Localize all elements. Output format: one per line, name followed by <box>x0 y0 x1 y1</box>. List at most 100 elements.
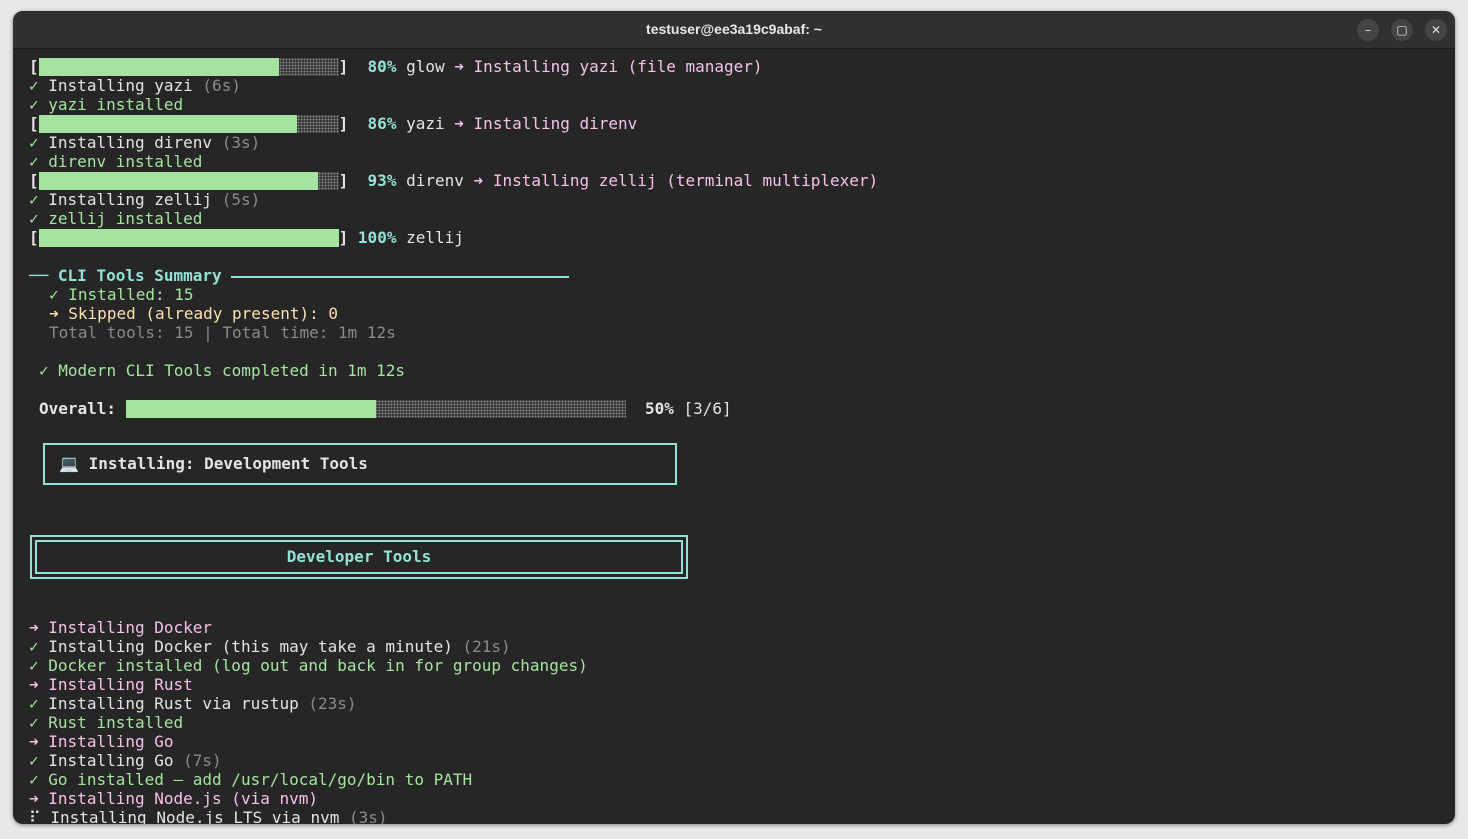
check-icon: ✓ <box>29 694 39 713</box>
summary-skipped-text: Skipped (already present): 0 <box>68 304 338 323</box>
dev-line-text: Installing Rust <box>48 675 193 694</box>
check-icon: ✓ <box>29 751 39 770</box>
dev-line: ✓ Rust installed <box>29 713 183 732</box>
progress-message: Installing direnv <box>473 114 638 133</box>
progress-percent: 100% <box>357 228 397 247</box>
bar-open-bracket: [ <box>29 171 39 190</box>
step-line: ✓ direnv installed <box>29 152 202 171</box>
completed-text: Modern CLI Tools completed in 1m 12s <box>58 361 406 380</box>
summary-totals-text: Total tools: 15 | Total time: 1m 12s <box>49 323 396 342</box>
arrow-icon: ➜ <box>29 789 39 808</box>
progress-bar <box>38 57 339 76</box>
summary-header: ── CLI Tools Summary <box>29 266 570 285</box>
step-duration: (5s) <box>221 190 261 209</box>
step-text: zellij installed <box>48 209 203 228</box>
minimize-icon[interactable]: – <box>1357 19 1379 41</box>
summary-header-prefix: ── <box>29 266 49 285</box>
dev-line-text: Installing Docker <box>48 618 213 637</box>
arrow-icon: ➜ <box>29 618 39 637</box>
dev-line-text: Rust installed <box>48 713 184 732</box>
summary-skipped: ➜ Skipped (already present): 0 <box>49 304 338 323</box>
completed-line: ✓ Modern CLI Tools completed in 1m 12s <box>39 361 405 380</box>
progress-fill <box>38 57 279 76</box>
bar-close-bracket: ] <box>338 57 349 76</box>
overall-progress-bar <box>125 399 626 418</box>
progress-prev-tool: direnv <box>406 171 464 190</box>
installing-box-label: Installing: Development Tools <box>88 454 368 473</box>
overall-percent: 50% <box>644 399 674 418</box>
step-line: ✓ Installing yazi (6s) <box>29 76 241 95</box>
installing-box-text: 💻 Installing: Development Tools <box>59 445 368 483</box>
arrow-icon: ➜ <box>454 57 464 76</box>
dev-line-duration: (7s) <box>183 751 222 770</box>
progress-message: Installing yazi (file manager) <box>473 57 763 76</box>
progress-line: [] 80% glow ➜ Installing yazi (file mana… <box>29 57 763 76</box>
overall-progress-fill <box>125 399 376 418</box>
arrow-icon: ➜ <box>49 304 59 323</box>
dev-line: ✓ Installing Go (7s) <box>29 751 222 770</box>
progress-bar <box>38 171 339 190</box>
dev-line-text: Installing Go <box>48 751 174 770</box>
check-icon: ✓ <box>39 361 49 380</box>
dev-line: ✓ Docker installed (log out and back in … <box>29 656 588 675</box>
step-text: direnv installed <box>48 152 203 171</box>
dev-line: ✓ Go installed — add /usr/local/go/bin t… <box>29 770 472 789</box>
step-line: ✓ Installing zellij (5s) <box>29 190 260 209</box>
check-icon: ✓ <box>29 656 39 675</box>
overall-progress: Overall: 50% [3/6] <box>39 399 732 418</box>
progress-percent: 93% <box>367 171 397 190</box>
dev-line-text: Installing Node.js LTS via nvm <box>50 808 340 824</box>
dev-line: ✓ Installing Rust via rustup (23s) <box>29 694 357 713</box>
dev-line: ➜ Installing Node.js (via nvm) <box>29 789 318 808</box>
dev-line: ✓ Installing Docker (this may take a min… <box>29 637 511 656</box>
summary-divider <box>231 275 570 278</box>
progress-bar <box>38 114 339 133</box>
dev-line: ➜ Installing Rust <box>29 675 193 694</box>
progress-prev-tool: zellij <box>406 228 464 247</box>
bar-close-bracket: ] <box>338 171 349 190</box>
progress-percent: 86% <box>367 114 397 133</box>
progress-fill <box>38 171 318 190</box>
bar-close-bracket: ] <box>338 114 349 133</box>
summary-installed: ✓ Installed: 15 <box>49 285 194 304</box>
dev-line-duration: (3s) <box>348 808 388 824</box>
summary-totals: Total tools: 15 | Total time: 1m 12s <box>49 323 396 342</box>
title-bar: testuser@ee3a19c9abaf: ~ – ▢ ✕ <box>13 11 1455 49</box>
summary-title: CLI Tools Summary <box>57 266 222 285</box>
dev-line-text: Installing Node.js (via nvm) <box>48 789 318 808</box>
arrow-icon: ➜ <box>454 114 464 133</box>
window-title: testuser@ee3a19c9abaf: ~ <box>646 21 822 37</box>
bar-open-bracket: [ <box>29 228 39 247</box>
progress-message: Installing zellij (terminal multiplexer) <box>492 171 879 190</box>
close-icon[interactable]: ✕ <box>1425 19 1447 41</box>
step-text: Installing yazi <box>48 76 193 95</box>
dev-line: ➜ Installing Docker <box>29 618 212 637</box>
bar-open-bracket: [ <box>29 57 39 76</box>
arrow-icon: ➜ <box>29 675 39 694</box>
dev-line-text: Installing Docker (this may take a minut… <box>48 637 453 656</box>
check-icon: ✓ <box>29 152 39 171</box>
dev-line-text: Installing Rust via rustup <box>48 694 299 713</box>
maximize-icon[interactable]: ▢ <box>1391 19 1413 41</box>
progress-line: [] 100% zellij <box>29 228 464 247</box>
progress-fill <box>38 114 297 133</box>
overall-label: Overall: <box>39 399 117 418</box>
spinner-icon: ⠏ <box>29 808 41 824</box>
dev-line: ⠏ Installing Node.js LTS via nvm (3s) <box>29 808 388 824</box>
progress-bar <box>38 228 339 247</box>
summary-installed-text: Installed: 15 <box>68 285 194 304</box>
progress-prev-tool: yazi <box>406 114 445 133</box>
check-icon: ✓ <box>29 95 39 114</box>
progress-prev-tool: glow <box>406 57 445 76</box>
laptop-icon: 💻 <box>59 454 79 473</box>
terminal-output[interactable]: [] 80% glow ➜ Installing yazi (file mana… <box>13 49 1455 824</box>
step-text: yazi installed <box>48 95 184 114</box>
step-duration: (6s) <box>202 76 241 95</box>
check-icon: ✓ <box>29 770 39 789</box>
progress-fill <box>38 228 339 247</box>
step-line: ✓ Installing direnv (3s) <box>29 133 260 152</box>
check-icon: ✓ <box>29 209 39 228</box>
terminal-window: testuser@ee3a19c9abaf: ~ – ▢ ✕ [] 80% gl… <box>13 11 1455 824</box>
dev-line-duration: (21s) <box>462 637 511 656</box>
step-duration: (3s) <box>221 133 261 152</box>
